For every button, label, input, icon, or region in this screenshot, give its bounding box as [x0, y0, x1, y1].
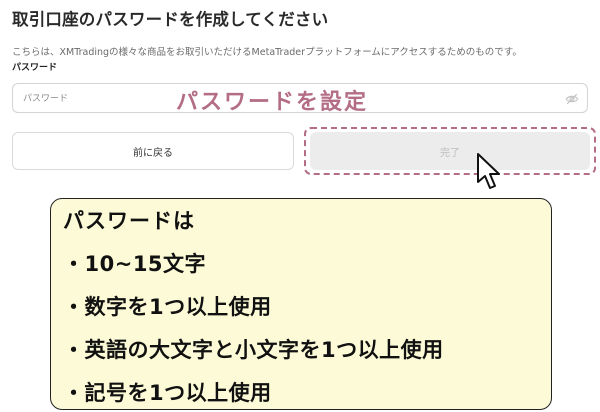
password-rule-item: ・英語の大文字と小文字を1つ以上使用 [63, 338, 444, 362]
eye-off-icon[interactable] [565, 92, 579, 106]
done-button[interactable]: 完了 [310, 132, 590, 170]
password-rule-item: ・数字を1つ以上使用 [63, 295, 272, 319]
password-rule-item: ・10~15文字 [63, 252, 207, 276]
back-button[interactable]: 前に戻る [12, 132, 294, 170]
set-password-annotation: パスワードを設定 [176, 90, 369, 115]
mouse-pointer-icon [477, 153, 500, 189]
page-title: 取引口座のパスワードを作成してください [12, 10, 329, 29]
password-rule-item: ・記号を1つ以上使用 [63, 381, 272, 405]
password-label: パスワード [12, 63, 58, 73]
page-description: こちらは、XMTradingの様々な商品をお取引いただけるMetaTraderプ… [12, 47, 522, 58]
password-rules-note: パスワードは ・10~15文字 ・数字を1つ以上使用 ・英語の大文字と小文字を1… [50, 198, 552, 410]
password-rules-title: パスワードは [63, 209, 195, 233]
